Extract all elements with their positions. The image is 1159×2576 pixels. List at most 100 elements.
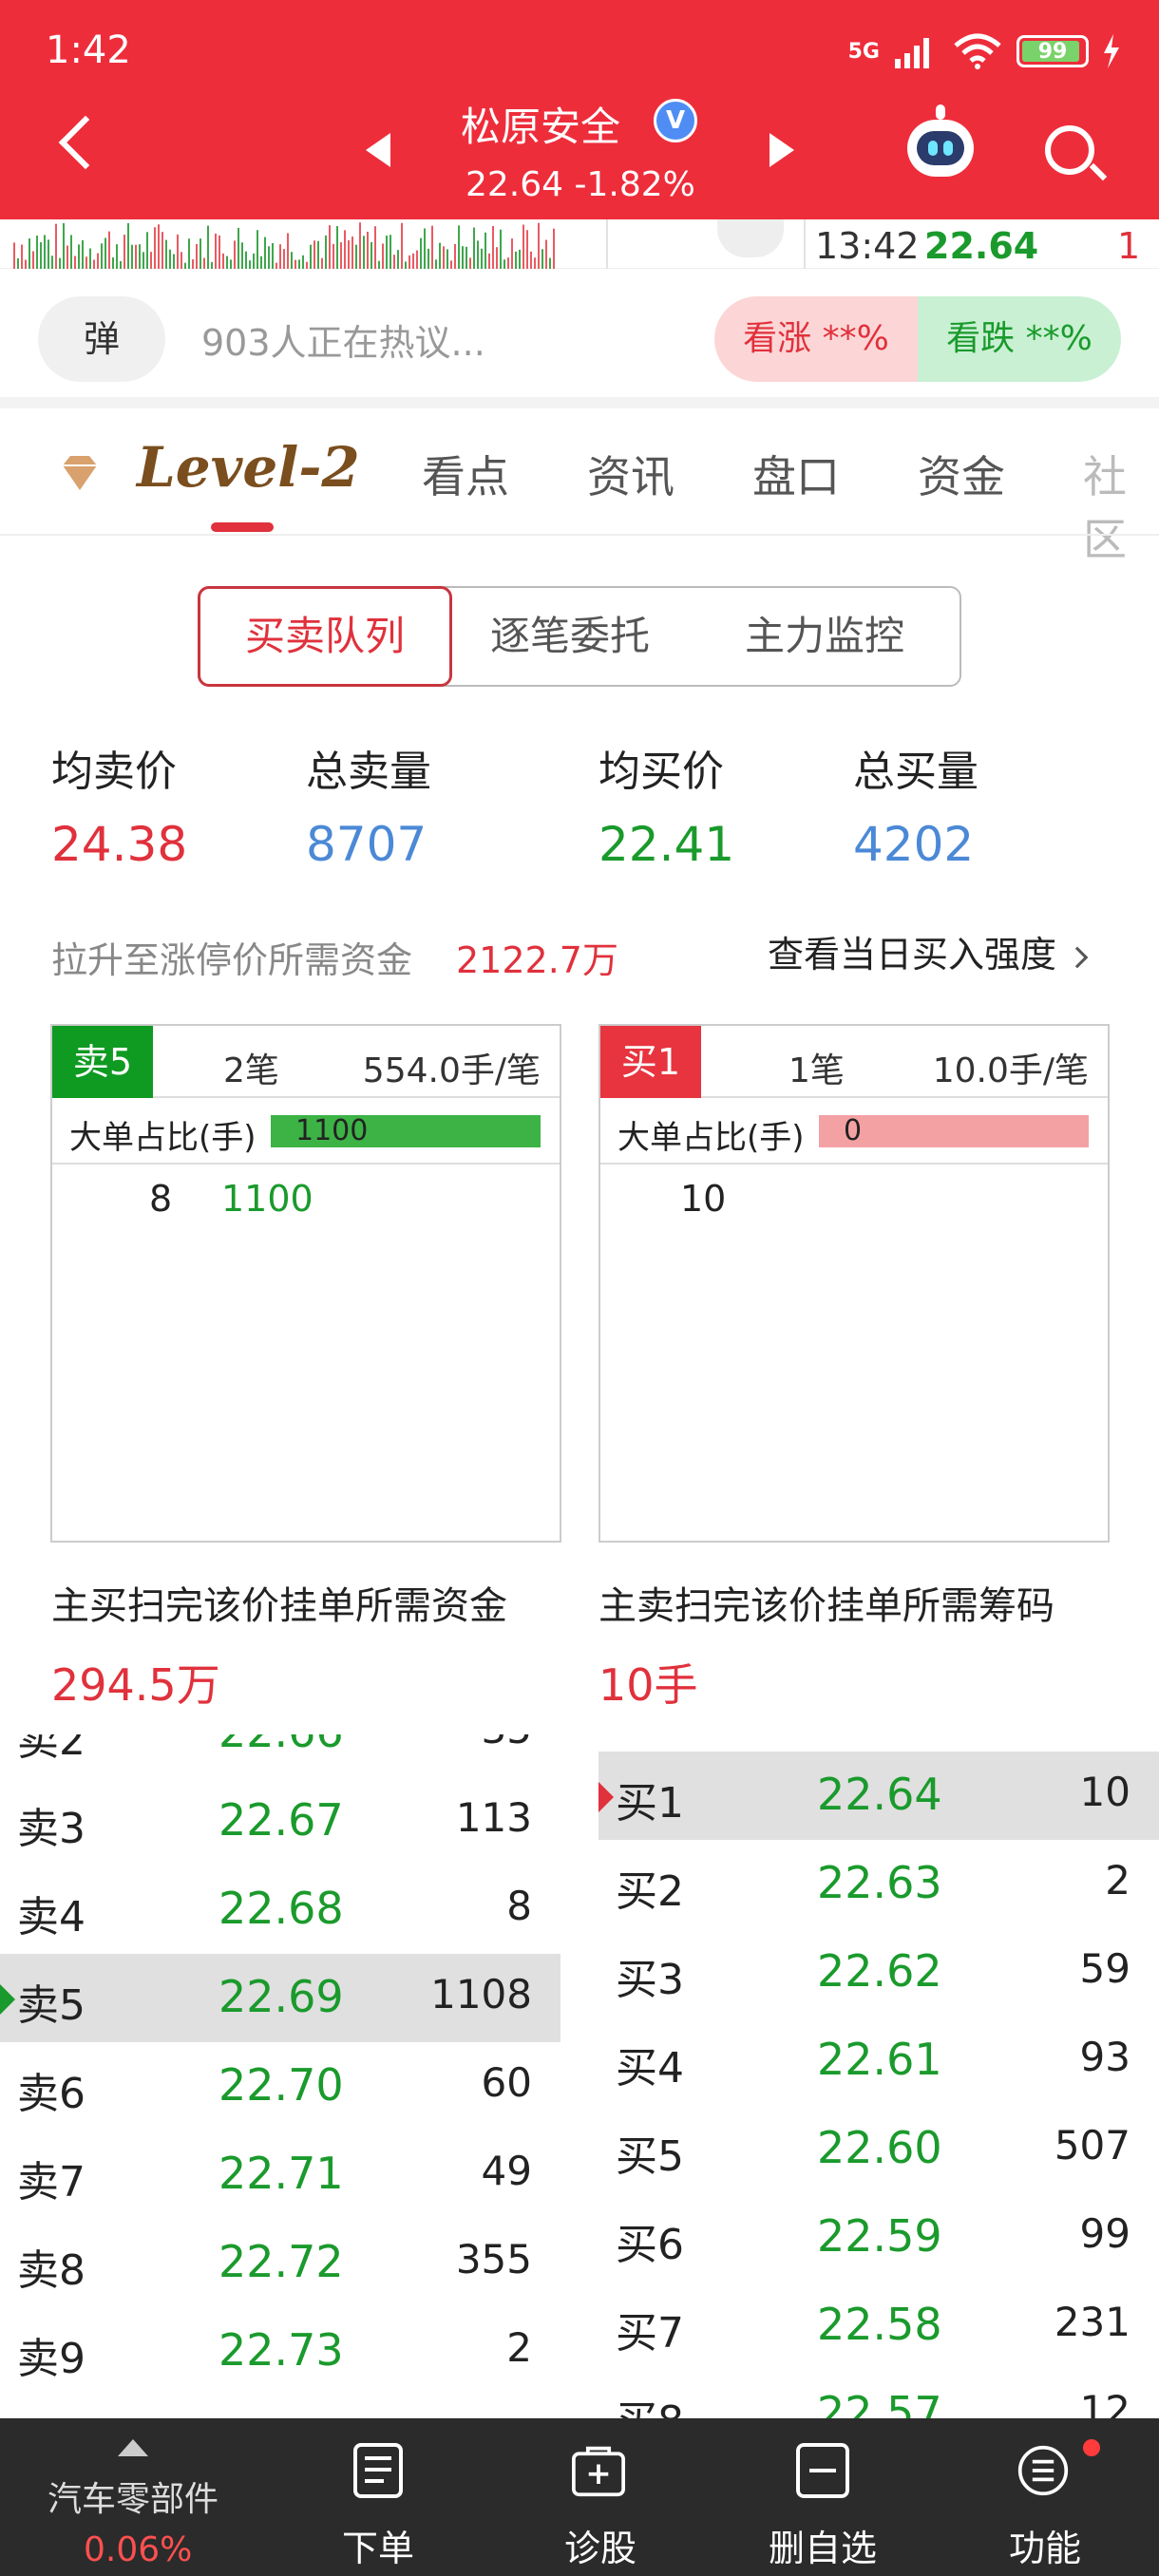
volume-bar xyxy=(549,257,551,269)
volume-bar xyxy=(112,257,114,269)
order-book-row[interactable]: 买2 22.63 2 xyxy=(598,1840,1159,1928)
segment-tick-orders[interactable]: 逐笔委托 xyxy=(490,586,650,687)
order-book-row[interactable]: 买1 22.64 10 xyxy=(598,1752,1159,1840)
volume-bar xyxy=(188,238,190,269)
volume-bar xyxy=(530,251,532,269)
current-level-marker-icon xyxy=(0,1984,15,2015)
volume-bar xyxy=(317,240,319,269)
volume-bar xyxy=(279,244,281,269)
section-gap xyxy=(0,397,1159,408)
tab-order-book[interactable]: 盘口 xyxy=(752,443,840,505)
volume-bar xyxy=(131,244,133,269)
level-volume: 35 xyxy=(482,1734,532,1752)
order-book-row[interactable]: 卖2 22.66 35 xyxy=(0,1734,560,1777)
buy-strength-link[interactable]: 查看当日买入强度 xyxy=(768,925,1089,977)
order-book-row[interactable]: 买5 22.60 507 xyxy=(598,2105,1159,2193)
volume-bar xyxy=(481,248,483,269)
volume-bar xyxy=(454,243,456,269)
order-book-row[interactable]: 卖7 22.71 49 xyxy=(0,2131,560,2219)
volume-bar xyxy=(367,231,369,269)
queue-lots-per-order: 554.0手/笔 xyxy=(362,1051,541,1090)
queue-index: 8 xyxy=(149,1178,173,1220)
diagnose-button[interactable]: 诊股 xyxy=(505,2418,695,2576)
volume-bar xyxy=(230,259,232,269)
remove-watchlist-button[interactable]: 删自选 xyxy=(728,2418,918,2576)
level-volume: 1108 xyxy=(430,1971,532,2017)
volume-bar xyxy=(36,236,38,269)
order-book-row[interactable]: 卖5 22.69 1108 xyxy=(0,1954,560,2042)
sector-button[interactable]: 汽车零部件 0.06% xyxy=(0,2418,266,2576)
order-book-row[interactable]: 买3 22.62 59 xyxy=(598,1928,1159,2017)
order-book-row[interactable]: 买4 22.61 93 xyxy=(598,2017,1159,2105)
volume-bar xyxy=(253,253,255,269)
bullish-vote-button[interactable]: 看涨 **% xyxy=(714,296,918,382)
ratio-value: 1100 xyxy=(295,1114,369,1147)
tab-community[interactable]: 社区 xyxy=(1083,443,1159,568)
tab-highlights[interactable]: 看点 xyxy=(422,443,509,505)
next-stock-icon[interactable] xyxy=(770,133,794,167)
order-book-row[interactable]: 卖4 22.68 8 xyxy=(0,1866,560,1954)
volume-bar xyxy=(154,227,156,269)
volume-bar xyxy=(82,239,84,269)
volume-bar xyxy=(200,238,201,269)
order-book-row[interactable]: 卖6 22.70 60 xyxy=(0,2042,560,2131)
volume-bar xyxy=(226,256,228,269)
volume-bar xyxy=(150,252,152,269)
volume-bars xyxy=(13,222,555,269)
volume-bar xyxy=(127,222,129,269)
tab-funds[interactable]: 资金 xyxy=(918,443,1005,505)
level-price: 22.73 xyxy=(218,2324,344,2376)
limit-up-label: 拉升至涨停价所需资金 xyxy=(51,939,413,981)
volume-bar xyxy=(25,259,27,269)
level-label: 卖3 xyxy=(17,1805,86,1853)
order-book-row[interactable]: 买6 22.59 99 xyxy=(598,2193,1159,2282)
search-icon[interactable] xyxy=(1045,125,1094,175)
bearish-vote-button[interactable]: 看跌 **% xyxy=(918,296,1121,382)
tab-level2[interactable]: Level-2 xyxy=(137,435,360,500)
prev-stock-icon[interactable] xyxy=(366,133,390,167)
order-book-row[interactable]: 卖9 22.73 2 xyxy=(0,2307,560,2396)
order-book-row[interactable]: 买7 22.58 231 xyxy=(598,2282,1159,2370)
order-book-row[interactable]: 卖8 22.72 355 xyxy=(0,2219,560,2307)
volume-bar xyxy=(511,238,513,269)
sector-change: 0.06% xyxy=(84,2530,193,2569)
volume-bar xyxy=(378,260,380,269)
volume-bar xyxy=(184,262,186,269)
menu-circle-icon xyxy=(1017,2445,1069,2496)
back-arrow-icon[interactable] xyxy=(58,115,113,170)
level-volume: 10 xyxy=(1079,1769,1130,1815)
discussion-text[interactable]: 903人正在热议... xyxy=(201,313,485,366)
segment-bid-ask-queue[interactable]: 买卖队列 xyxy=(198,586,452,687)
ai-assistant-icon[interactable] xyxy=(907,104,974,177)
bid-book: 买1 22.64 10 买2 22.63 2 买3 22.62 59 买4 22.61 93 买5 22.… xyxy=(598,1734,1159,2418)
volume-bar xyxy=(222,253,224,269)
order-book-row[interactable]: 买8 22.57 12 xyxy=(598,2370,1159,2418)
volume-bar xyxy=(101,243,103,269)
level-price: 22.61 xyxy=(817,2034,942,2085)
volume-bar xyxy=(545,239,547,269)
volume-bar xyxy=(458,225,460,269)
volume-bar xyxy=(173,254,175,269)
volume-bar xyxy=(405,261,407,269)
danmaku-toggle[interactable]: 弹 xyxy=(38,296,165,382)
volume-bar xyxy=(428,248,429,269)
segment-main-force[interactable]: 主力监控 xyxy=(745,586,904,687)
volume-bar xyxy=(169,249,171,269)
tab-news[interactable]: 资讯 xyxy=(587,443,674,505)
volume-bar xyxy=(192,259,194,269)
functions-button[interactable]: 功能 xyxy=(950,2418,1140,2576)
volume-bar xyxy=(390,235,391,269)
level-price: 22.67 xyxy=(218,1794,344,1846)
volume-bar xyxy=(66,245,68,269)
collapse-handle[interactable] xyxy=(717,219,784,257)
volume-bar xyxy=(287,233,289,269)
sell-queue-panel: 卖5 2笔 554.0手/笔 大单占比(手) 1100 8 1100 xyxy=(50,1024,561,1543)
order-book-row[interactable]: 卖3 22.67 113 xyxy=(0,1777,560,1866)
order-button[interactable]: 下单 xyxy=(283,2418,473,2576)
volume-bar xyxy=(268,246,270,269)
volume-bar xyxy=(256,230,258,269)
volume-bar xyxy=(408,255,410,269)
volume-bar xyxy=(420,237,422,269)
volume-bar xyxy=(370,241,372,269)
queue-header: 卖5 2笔 554.0手/笔 xyxy=(52,1026,560,1098)
